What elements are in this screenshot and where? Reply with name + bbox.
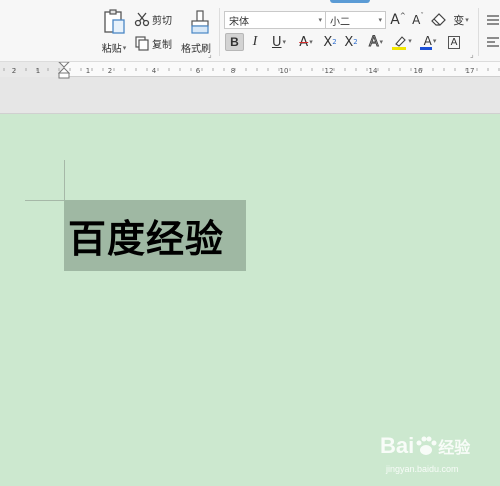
ruler-number: 1 bbox=[86, 67, 90, 75]
italic-button[interactable]: I bbox=[248, 33, 262, 51]
bold-icon: B bbox=[230, 35, 239, 49]
ruler-number: 16 bbox=[414, 67, 423, 75]
subscript-mark: 2 bbox=[353, 38, 358, 46]
copy-label: 复制 bbox=[152, 39, 172, 51]
text-effect-button[interactable]: A ▾ bbox=[364, 33, 388, 51]
underline-icon: U bbox=[271, 34, 282, 50]
list-icon bbox=[487, 15, 499, 25]
chevron-down-icon: ▾ bbox=[378, 16, 382, 24]
grow-font-icon: A bbox=[390, 12, 400, 28]
ruler-margin bbox=[0, 62, 64, 77]
bold-button[interactable]: B bbox=[225, 33, 244, 51]
superscript-button[interactable]: X2 bbox=[320, 33, 340, 51]
ruler-number: 17 bbox=[466, 67, 475, 75]
underline-button[interactable]: U ▾ bbox=[266, 33, 292, 51]
ruler-number: 12 bbox=[325, 67, 334, 75]
format-painter-button[interactable]: 格式刷 bbox=[178, 9, 214, 55]
text-effect-icon: A bbox=[368, 34, 379, 51]
ruler-number: 2 bbox=[12, 67, 16, 75]
ruler-number: 14 bbox=[369, 67, 378, 75]
watermark-suffix: 经验 bbox=[438, 440, 471, 457]
char-border-icon: A bbox=[447, 35, 461, 49]
scissors-icon bbox=[134, 12, 150, 27]
chevron-down-icon: ▾ bbox=[318, 16, 322, 24]
copy-icon bbox=[135, 36, 149, 51]
font-size-value: 小二 bbox=[330, 16, 350, 28]
ruler-number: 2 bbox=[108, 67, 112, 75]
paste-button[interactable]: 粘贴 ▾ bbox=[98, 9, 130, 55]
shrink-font-icon: A bbox=[412, 13, 421, 27]
strikethrough-button[interactable]: A ▾ bbox=[294, 33, 318, 51]
eraser-icon bbox=[431, 13, 446, 26]
font-color-bar bbox=[420, 46, 432, 50]
copy-button[interactable]: 复制 bbox=[134, 35, 172, 51]
indent-marker-icon[interactable] bbox=[58, 62, 70, 80]
subscript-button[interactable]: X2 bbox=[341, 33, 361, 51]
bullet-list-button[interactable] bbox=[484, 11, 500, 29]
group-divider bbox=[219, 8, 220, 56]
highlighter-icon bbox=[395, 35, 407, 47]
clear-format-button[interactable] bbox=[430, 11, 448, 29]
strikethrough-icon: A bbox=[299, 34, 309, 50]
ruler-number: 4 bbox=[152, 67, 157, 75]
format-painter-label: 格式刷 bbox=[181, 44, 211, 55]
watermark-logo: Bai 经验 bbox=[380, 433, 470, 459]
horizontal-ruler[interactable]: 2 1 1 2 4 6 8 10 12 14 16 17 bbox=[0, 62, 500, 77]
clipboard-dialog-launcher-icon[interactable]: ⌟ bbox=[208, 50, 212, 59]
highlight-button[interactable]: ▾ bbox=[391, 33, 415, 51]
phonetic-guide-button[interactable]: 变 ▾ bbox=[450, 11, 472, 29]
format-painter-icon bbox=[191, 10, 209, 34]
document-canvas[interactable] bbox=[0, 114, 500, 486]
cut-button[interactable]: 剪切 bbox=[134, 11, 172, 27]
align-left-icon bbox=[487, 37, 499, 47]
selected-text-block[interactable]: 百度经验 bbox=[64, 200, 246, 271]
subscript-icon: X bbox=[344, 34, 354, 50]
paste-dropdown-icon[interactable]: ▾ bbox=[123, 44, 127, 52]
ruler-scale: 2 1 1 2 4 6 8 10 12 14 16 17 bbox=[0, 62, 500, 77]
ruler-number: 1 bbox=[36, 67, 40, 75]
ruler-number: 8 bbox=[231, 67, 235, 75]
paste-label: 粘贴 bbox=[101, 44, 122, 55]
font-color-icon: A bbox=[423, 33, 432, 48]
document-text: 百度经验 bbox=[68, 217, 225, 261]
italic-icon: I bbox=[252, 34, 258, 49]
highlight-color-bar bbox=[392, 46, 406, 50]
superscript-mark: 2 bbox=[332, 38, 337, 46]
paw-icon bbox=[416, 436, 437, 455]
watermark-brand: Bai bbox=[380, 433, 415, 458]
font-dialog-launcher-icon[interactable]: ⌟ bbox=[470, 50, 474, 59]
font-name-select[interactable]: 宋体 ▾ bbox=[224, 11, 326, 29]
paste-icon bbox=[104, 9, 125, 34]
ribbon-toolbar: 粘贴 ▾ 剪切 复制 格式刷 ⌟ 宋体 ▾ 小二 ▾ A ^ A ˇ 变 ▾ B… bbox=[0, 0, 500, 62]
phonetic-icon: 变 bbox=[453, 14, 465, 27]
ruler-number: 10 bbox=[280, 67, 289, 75]
grow-font-button[interactable]: A ^ bbox=[390, 11, 406, 29]
page-corner-mark bbox=[64, 160, 65, 200]
superscript-icon: X bbox=[323, 34, 333, 50]
font-name-value: 宋体 bbox=[229, 16, 249, 28]
ruler-area: 2 1 1 2 4 6 8 10 12 14 16 17 bbox=[0, 62, 500, 114]
watermark-url: jingyan.baidu.com bbox=[386, 464, 459, 474]
group-divider bbox=[478, 8, 479, 56]
char-border-button[interactable]: A bbox=[446, 33, 462, 51]
align-left-button[interactable] bbox=[484, 33, 500, 51]
cut-label: 剪切 bbox=[152, 15, 172, 27]
font-size-select[interactable]: 小二 ▾ bbox=[325, 11, 386, 29]
page-corner-mark bbox=[25, 200, 65, 201]
ribbon-tab-indicator bbox=[330, 0, 370, 3]
shrink-font-button[interactable]: Aˇ bbox=[410, 11, 426, 29]
font-color-button[interactable]: A ▾ bbox=[418, 33, 442, 51]
baidu-watermark: Bai 经验 jingyan.baidu.com bbox=[380, 433, 498, 481]
ruler-number: 6 bbox=[196, 67, 201, 75]
